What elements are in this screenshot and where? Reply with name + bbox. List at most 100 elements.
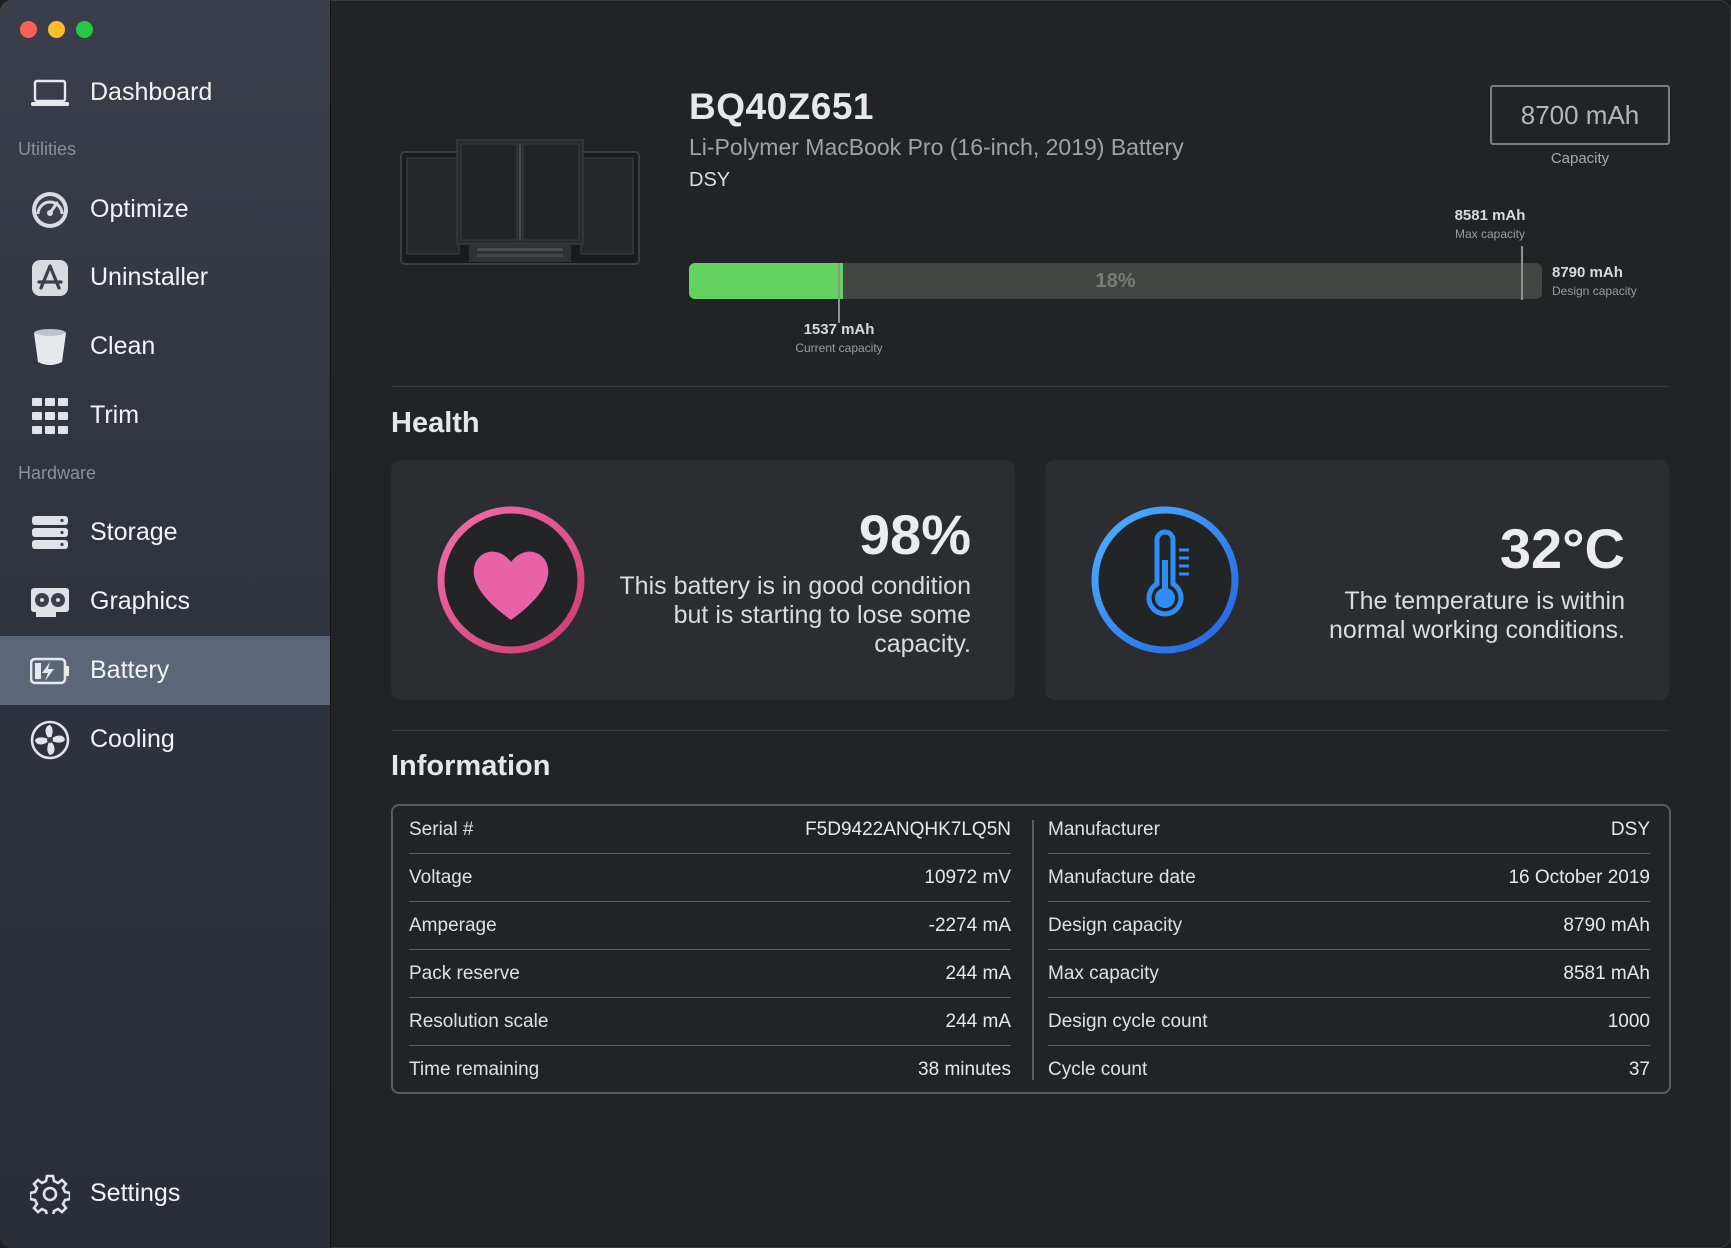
design-capacity-value: 8790 mAh <box>1552 264 1623 281</box>
row-key: Manufacturer <box>1048 819 1160 840</box>
sidebar-item-clean[interactable]: Clean <box>0 312 330 381</box>
temperature-value: 32°C <box>1499 517 1625 580</box>
design-capacity-label: Design capacity <box>1552 284 1637 298</box>
storage-drive-icon <box>30 513 70 553</box>
row-value: 16 October 2019 <box>1508 867 1650 888</box>
thermometer-icon <box>1089 504 1241 661</box>
sidebar-item-label: Cooling <box>90 725 175 753</box>
row-value: 10972 mV <box>924 867 1011 888</box>
row-value: -2274 mA <box>928 915 1011 936</box>
graphics-card-icon <box>30 582 70 622</box>
divider <box>391 730 1669 731</box>
sidebar: Dashboard Utilities Optimize Uninstaller… <box>0 0 331 1248</box>
row-value: 8790 mAh <box>1563 915 1650 936</box>
column-divider <box>1032 820 1034 1080</box>
row-key: Pack reserve <box>409 963 520 984</box>
table-row: Max capacity 8581 mAh <box>1048 950 1650 998</box>
temperature-description-line: The temperature is within <box>1344 587 1625 615</box>
row-key: Design capacity <box>1048 915 1183 936</box>
temperature-description-line: normal working conditions. <box>1329 616 1625 644</box>
sidebar-item-label: Battery <box>90 656 170 684</box>
capacity-label: Capacity <box>1550 150 1610 167</box>
table-row: Manufacture date 16 October 2019 <box>1048 854 1650 902</box>
sidebar-item-label: Uninstaller <box>90 263 209 291</box>
zoom-window-button[interactable] <box>76 21 93 38</box>
table-row: Time remaining 38 minutes <box>409 1046 1011 1094</box>
row-key: Amperage <box>409 915 497 936</box>
sidebar-item-battery[interactable]: Battery <box>0 636 330 705</box>
row-key: Design cycle count <box>1048 1011 1208 1032</box>
capacity-value-box: 8700 mAh <box>1490 85 1670 145</box>
row-key: Voltage <box>409 867 473 888</box>
row-value: 244 mA <box>945 963 1011 984</box>
information-left-column: Serial # F5D9422ANQHK7LQ5N Voltage 10972 m… <box>409 806 1011 1094</box>
window-controls <box>20 21 93 38</box>
row-key: Resolution scale <box>409 1011 549 1032</box>
temperature-card: 32°C The temperature is within normal wo… <box>1045 460 1669 700</box>
current-capacity-marker <box>838 263 840 323</box>
sidebar-item-label: Dashboard <box>90 78 213 106</box>
section-label-hardware: Hardware <box>18 463 97 483</box>
section-label-utilities: Utilities <box>18 139 77 159</box>
row-value: 38 minutes <box>918 1059 1011 1080</box>
sidebar-item-trim[interactable]: Trim <box>0 381 330 450</box>
current-capacity-value: 1537 mAh <box>803 321 875 338</box>
fan-icon <box>30 720 70 760</box>
table-row: Voltage 10972 mV <box>409 854 1011 902</box>
row-key: Cycle count <box>1048 1059 1148 1080</box>
table-row: Design cycle count 1000 <box>1048 998 1650 1046</box>
sidebar-item-settings[interactable]: Settings <box>0 1159 330 1228</box>
main-content: BQ40Z651 Li-Polymer MacBook Pro (16-inch… <box>331 0 1731 1248</box>
row-key: Max capacity <box>1048 963 1159 984</box>
heart-icon <box>435 504 587 661</box>
speedometer-icon <box>30 190 70 230</box>
max-capacity-value: 8581 mAh <box>1454 207 1526 224</box>
row-value: F5D9422ANQHK7LQ5N <box>805 819 1011 840</box>
battery-description: Li-Polymer MacBook Pro (16-inch, 2019) B… <box>689 134 1184 160</box>
sidebar-item-uninstaller[interactable]: Uninstaller <box>0 243 330 312</box>
capacity-bar: 18% <box>689 263 1542 299</box>
sidebar-item-optimize[interactable]: Optimize <box>0 175 330 244</box>
grid-icon <box>30 396 70 436</box>
sidebar-item-dashboard[interactable]: Dashboard <box>0 58 330 127</box>
max-capacity-label: Max capacity <box>1454 227 1526 241</box>
sidebar-item-graphics[interactable]: Graphics <box>0 567 330 636</box>
table-row: Resolution scale 244 mA <box>409 998 1011 1046</box>
row-value: 8581 mAh <box>1563 963 1650 984</box>
sidebar-item-label: Clean <box>90 332 156 360</box>
table-row: Design capacity 8790 mAh <box>1048 902 1650 950</box>
row-key: Manufacture date <box>1048 867 1196 888</box>
trash-bin-icon <box>30 327 70 367</box>
sidebar-item-cooling[interactable]: Cooling <box>0 705 330 774</box>
app-store-icon <box>30 258 70 298</box>
battery-image <box>397 132 643 272</box>
health-condition-card: 98% This battery is in good condition bu… <box>391 460 1015 700</box>
health-description-line: capacity. <box>874 630 971 658</box>
sidebar-item-label: Trim <box>90 401 140 429</box>
sidebar-item-label: Graphics <box>90 587 191 615</box>
table-row: Amperage -2274 mA <box>409 902 1011 950</box>
health-description-line: This battery is in good condition <box>619 572 971 600</box>
close-window-button[interactable] <box>20 21 37 38</box>
battery-model-title: BQ40Z651 <box>689 86 874 127</box>
row-key: Serial # <box>409 819 474 840</box>
temperature-description: The temperature is within normal working… <box>1329 587 1625 645</box>
sidebar-item-storage[interactable]: Storage <box>0 498 330 567</box>
information-heading: Information <box>391 750 551 782</box>
app-window: Dashboard Utilities Optimize Uninstaller… <box>0 0 1731 1248</box>
table-row: Pack reserve 244 mA <box>409 950 1011 998</box>
battery-icon <box>30 651 70 691</box>
laptop-icon <box>30 73 70 113</box>
information-table: Serial # F5D9422ANQHK7LQ5N Voltage 10972 m… <box>391 804 1671 1094</box>
row-key: Time remaining <box>409 1059 540 1080</box>
sidebar-item-label: Optimize <box>90 195 189 223</box>
settings-label: Settings <box>90 1179 181 1207</box>
row-value: 244 mA <box>945 1011 1011 1032</box>
gear-icon <box>30 1174 70 1214</box>
health-percent: 98% <box>858 503 971 566</box>
health-description-line: but is starting to lose some <box>673 601 971 629</box>
information-right-column: Manufacturer DSY Manufacture date 16 Octob… <box>1048 806 1650 1094</box>
divider <box>391 386 1669 387</box>
capacity-percent: 18% <box>1095 270 1136 292</box>
minimize-window-button[interactable] <box>48 21 65 38</box>
